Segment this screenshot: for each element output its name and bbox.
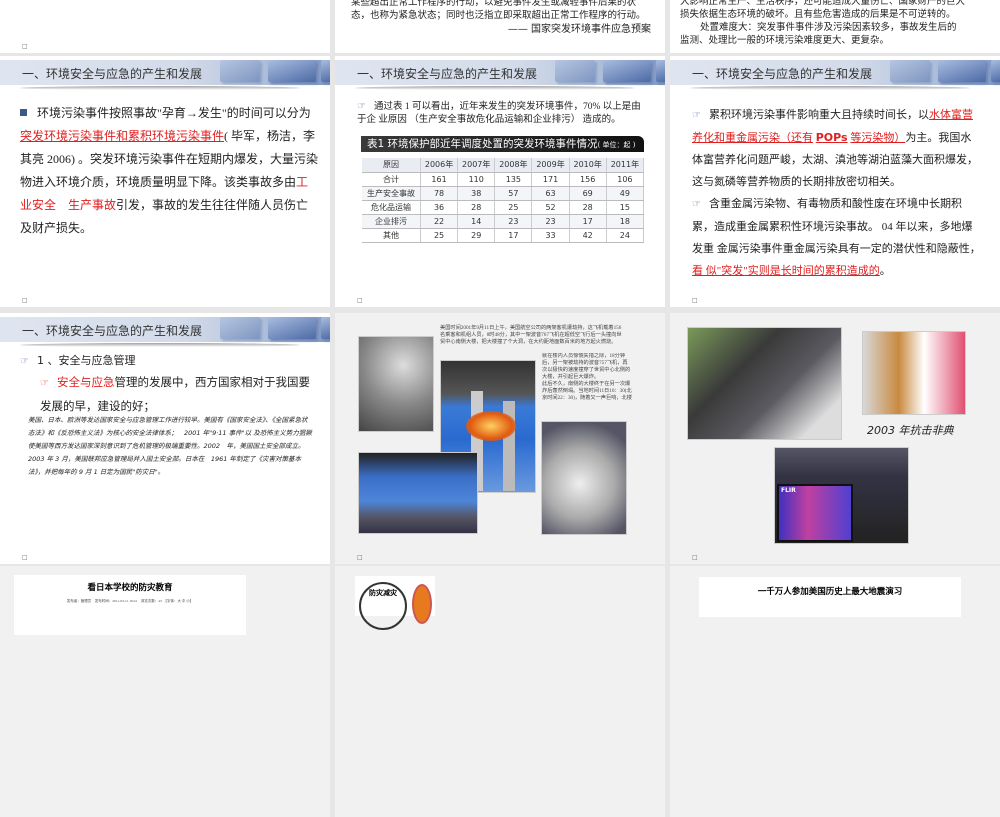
slide-marker: □ [22,554,28,561]
source-citation: —— 国家突发环境事件应急预案 [507,24,651,35]
article-title: 看日本学校的防灾教育 [87,582,173,592]
pointing-hand-icon: ☞ [692,110,701,121]
logo-panel: 防灾减灾 [355,576,435,630]
slide-thumbnail[interactable]: 防灾减灾 [335,566,665,817]
slide-thumbnail[interactable]: 某些超出正常工作程序的行动，以避免事件发生或减轻事件后果的状 态，也称为紧急状态… [335,0,665,53]
article-card: 一千万人参加美国历史上最大地震演习 [699,577,961,617]
table-header-row: 原因 2006年 2007年 2008年 2009年 2010年 2011年 [362,158,645,173]
slide-thumbnail[interactable]: 一、环境安全与应急的产生和发展 环境污染事件按照事故"孕育→发生"的时间可以分为… [0,56,330,307]
slide-thumbnail[interactable]: 一、环境安全与应急的产生和发展 ☞ 1 、安全与应急管理 ☞ 安全与应急管理的发展中… [0,313,330,564]
slide-body: ☞ 累积环境污染事件影响重大且持续时间长，以水体富营养化和重金属污染（还有 POP… [692,104,982,282]
term-link: 突发环境污染事件和累积环境污染事件 [20,129,225,143]
slide-thumbnail[interactable]: 美国时间2001年9月11日上午，美国航空公司的两架客机遭劫持，这飞机载着156… [335,313,665,564]
list-item: ☞ 安全与应急管理的发展中，西方国家相对于我国要发展的早，建设的好； [40,375,310,413]
slide-thumbnail[interactable]: 一、环境安全与应急的产生和发展 ☞ 累积环境污染事件影响重大且持续时间长，以水体富… [670,56,1000,307]
slide-header: 一、环境安全与应急的产生和发展 [335,60,665,90]
note-text: 美国、日本、欧洲等发达国家安全与应急管理工作进行较早。美国有《国家安全法》、《全… [28,416,312,476]
mask-checkup-photo [862,331,966,415]
body-text: 损失依据生态环境的破坏。且有些危害造成的后果是不可逆转的。 [680,10,956,20]
slide-title: 一、环境安全与应急的产生和发展 [22,324,203,338]
square-bullet-icon [20,109,27,116]
event-text: 就在楼内人员惊慌失措之际，18分钟后，另一架被劫持的波音757飞机，再次以极快的… [542,353,632,401]
emblem-logo [412,584,432,624]
slide-title: 一、环境安全与应急的产生和发展 [357,67,538,81]
pointing-hand-icon: ☞ [357,101,366,112]
table-title: 表1 环境保护部近年调度处置的突发环境事件情况( 单位：起 ) [361,136,644,152]
body-text: 处置难度大：突发事件事件涉及污染因素较多，事故发生后的 [700,23,957,33]
article-title: 一千万人参加美国历史上最大地震演习 [757,586,903,596]
disaster-reduction-logo: 防灾减灾 [359,582,407,630]
article-card: 看日本学校的防灾教育 发布者：管理员 发布时间：2011-03-11 16:41… [14,575,246,635]
slide-marker: □ [22,43,28,50]
pointing-hand-icon: ☞ [40,378,49,389]
table-row: 其他 25 29 17 33 42 24 [362,228,645,243]
slide-thumbnail[interactable]: □ [0,0,330,53]
table-row: 合计 161 110 135 171 156 106 [362,172,645,187]
slide-marker: □ [692,554,698,561]
thermal-screen: FLIR [777,484,853,542]
wreckage-photo [358,336,434,432]
collapse-dust-photo [541,421,627,535]
slide-header: 一、环境安全与应急的产生和发展 [0,317,330,347]
slide-marker: □ [692,297,698,304]
pointing-hand-icon: ☞ [20,356,29,367]
table-row: 生产安全事故 78 38 57 63 69 49 [362,186,645,201]
body-text: 态，也称为紧急状态；同时也泛指立即采取超出正常工作程序的行动。 [351,11,646,21]
slide-thumbnail[interactable]: 一、环境安全与应急的产生和发展 ☞ 通过表 1 可以看出，近年来发生的突发环境事件… [335,56,665,307]
body-text: 某些超出正常工作程序的行动，以避免事件发生或减轻事件后果的状 [351,0,637,8]
list-item: ☞ 1 、安全与应急管理 [20,349,135,373]
slide-thumbnail[interactable]: 看日本学校的防灾教育 发布者：管理员 发布时间：2011-03-11 16:41… [0,566,330,817]
pointing-hand-icon: ☞ [692,199,701,210]
slide-title: 一、环境安全与应急的产生和发展 [22,67,203,81]
slide-marker: □ [357,297,363,304]
slide-marker: □ [22,297,28,304]
thermal-screening-photo: FLIR [774,447,909,544]
slide-header: 一、环境安全与应急的产生和发展 [670,60,1000,90]
slide-title: 一、环境安全与应急的产生和发展 [692,67,873,81]
slide-thumbnail[interactable]: 2003 年抗击非典 FLIR □ [670,313,1000,564]
slide-intro: ☞ 通过表 1 可以看出，近年来发生的突发环境事件，70% 以上是由于企 业原因 … [357,101,641,125]
incident-table: 原因 2006年 2007年 2008年 2009年 2010年 2011年 合计 161 11… [362,158,645,243]
body-text: 监测、处理比一般的环境污染难度更大、更复杂。 [680,36,890,46]
official-visit-photo [687,327,842,440]
slide-header: 一、环境安全与应急的产生和发展 [0,60,330,90]
table-row: 企业排污 22 14 23 23 17 18 [362,214,645,229]
body-text: 大影响正常生产、生活秩序，还可能造成大量伤亡、国家财产的巨大 [680,0,966,7]
slide-marker: □ [357,554,363,561]
slide-thumbnail[interactable]: 大影响正常生产、生活秩序，还可能造成大量伤亡、国家财产的巨大 损失依据生态环境的… [670,0,1000,53]
skyline-smoke-photo [358,452,478,534]
table-row: 危化品运输 36 28 25 52 28 15 [362,200,645,215]
slide-body: 环境污染事件按照事故"孕育→发生"的时间可以分为突发环境污染事件和累积环境污染事… [20,106,318,235]
photo-caption: 2003 年抗击非典 [867,424,954,437]
slide-thumbnail[interactable]: 一千万人参加美国历史上最大地震演习 [670,566,1000,817]
event-text: 美国时间2001年9月11日上午，美国航空公司的两架客机遭劫持，这飞机载着156… [440,325,622,345]
